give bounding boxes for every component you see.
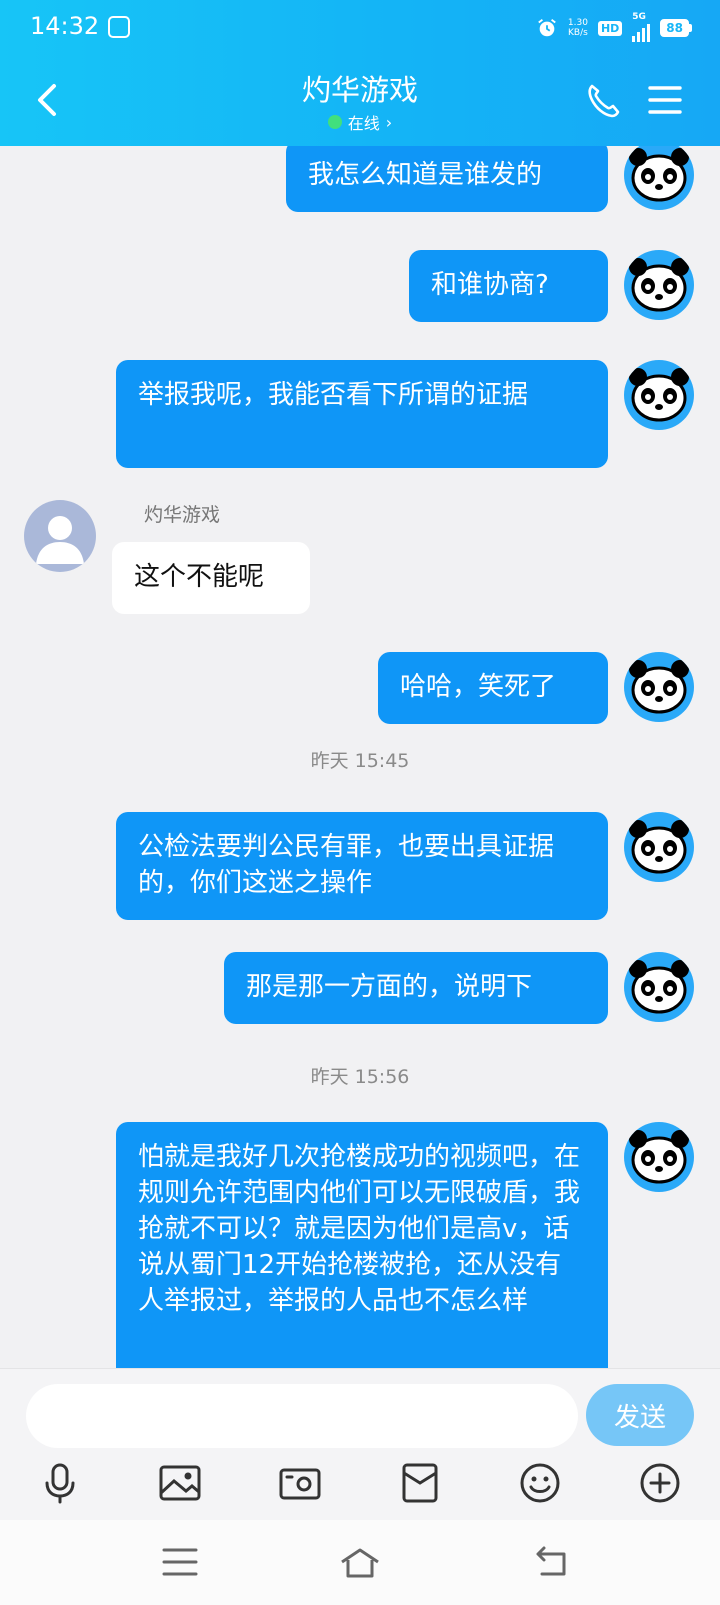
panda-avatar-icon bbox=[629, 820, 689, 874]
avatar[interactable] bbox=[624, 952, 694, 1022]
app-notification-icon bbox=[108, 16, 130, 38]
camera-icon[interactable] bbox=[278, 1461, 322, 1505]
chat-list[interactable]: 我怎么知道是谁发的 和谁协商? 举报我呢，我能否看下所谓的证据 灼华游戏 这个不… bbox=[0, 146, 720, 1368]
hd-badge: HD bbox=[597, 20, 623, 36]
panda-avatar-icon bbox=[629, 258, 689, 312]
outgoing-message-bubble[interactable]: 怕就是我好几次抢楼成功的视频吧，在规则允许范围内他们可以无限破盾，我抢就不可以？… bbox=[116, 1122, 608, 1368]
menu-button[interactable] bbox=[648, 84, 682, 116]
timestamp: 昨天 15:56 bbox=[310, 1066, 410, 1088]
panda-avatar-icon bbox=[629, 368, 689, 422]
emoji-icon[interactable] bbox=[518, 1461, 562, 1505]
red-packet-icon[interactable] bbox=[398, 1461, 442, 1505]
menu-icon[interactable] bbox=[158, 1542, 202, 1582]
chevron-right-icon: › bbox=[385, 112, 393, 132]
microphone-icon[interactable] bbox=[38, 1461, 82, 1505]
net-speed: 1.30 KB/s bbox=[567, 18, 588, 38]
alarm-icon bbox=[538, 19, 556, 37]
panda-avatar-icon bbox=[629, 660, 689, 714]
online-status[interactable]: 在线 › bbox=[327, 110, 393, 134]
online-status-label: 在线 bbox=[347, 114, 380, 133]
system-nav-bar bbox=[0, 1520, 720, 1605]
phone-call-button[interactable] bbox=[584, 82, 622, 120]
sender-name: 灼华游戏 bbox=[144, 504, 221, 526]
outgoing-message-bubble[interactable]: 公检法要判公民有罪，也要出具证据的，你们这迷之操作 bbox=[116, 812, 608, 920]
avatar[interactable] bbox=[624, 250, 694, 320]
battery-icon: 88 bbox=[660, 19, 692, 37]
avatar[interactable] bbox=[624, 1122, 694, 1192]
image-icon[interactable] bbox=[158, 1461, 202, 1505]
avatar[interactable] bbox=[624, 360, 694, 430]
send-button[interactable]: 发送 bbox=[586, 1384, 694, 1446]
message-input[interactable] bbox=[26, 1384, 578, 1448]
outgoing-message-bubble[interactable]: 举报我呢，我能否看下所谓的证据 bbox=[116, 360, 608, 468]
incoming-message-bubble[interactable]: 这个不能呢 bbox=[112, 542, 310, 614]
composer: 发送 bbox=[0, 1368, 720, 1521]
user-avatar-icon bbox=[36, 516, 84, 564]
header: 14:32 1.30 KB/s HD 5G 88 灼华游戏 在线 › bbox=[0, 0, 720, 146]
outgoing-message-bubble[interactable]: 和谁协商? bbox=[409, 250, 608, 322]
contact-avatar[interactable] bbox=[24, 500, 96, 572]
avatar[interactable] bbox=[624, 812, 694, 882]
outgoing-message-bubble[interactable]: 我怎么知道是谁发的 bbox=[286, 146, 608, 212]
panda-avatar-icon bbox=[629, 148, 689, 202]
back-icon[interactable] bbox=[528, 1542, 572, 1582]
avatar[interactable] bbox=[624, 146, 694, 210]
signal-icon: 5G bbox=[632, 12, 651, 42]
status-indicators: 1.30 KB/s HD 5G 88 bbox=[536, 12, 692, 42]
status-time: 14:32 bbox=[30, 12, 100, 40]
panda-avatar-icon bbox=[629, 1130, 689, 1184]
avatar[interactable] bbox=[624, 652, 694, 722]
outgoing-message-bubble[interactable]: 那是那一方面的，说明下 bbox=[224, 952, 608, 1024]
outgoing-message-bubble[interactable]: 哈哈，笑死了 bbox=[378, 652, 608, 724]
timestamp: 昨天 15:45 bbox=[310, 750, 410, 772]
plus-icon[interactable] bbox=[638, 1461, 682, 1505]
panda-avatar-icon bbox=[629, 960, 689, 1014]
online-dot-icon bbox=[327, 115, 342, 129]
home-icon[interactable] bbox=[338, 1542, 382, 1582]
